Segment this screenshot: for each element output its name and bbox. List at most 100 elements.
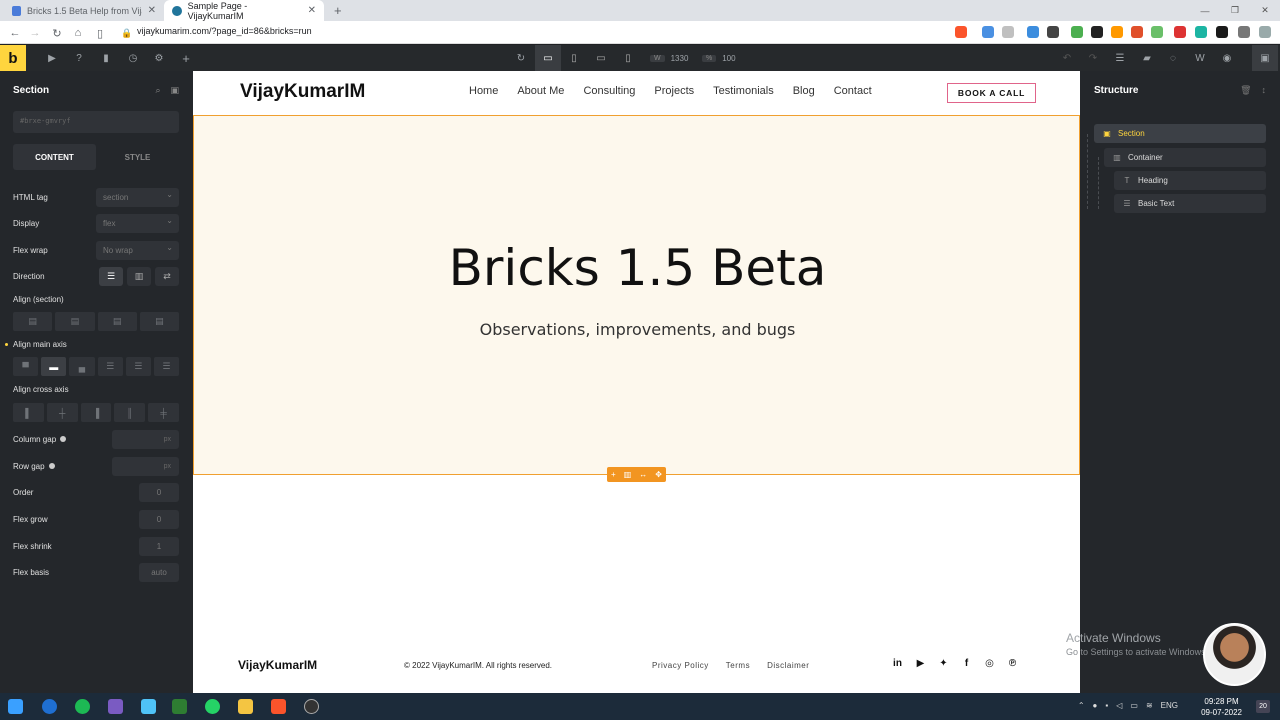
close-tab-icon[interactable]: ✕ <box>308 5 316 16</box>
revisions-icon[interactable]: ◌ <box>1166 51 1180 65</box>
order-input[interactable]: 0 <box>139 482 179 502</box>
wifi-icon[interactable]: ≋ <box>1146 701 1153 710</box>
align-center-icon[interactable]: ▤ <box>55 312 95 331</box>
justify-start-icon[interactable]: ▀ <box>13 357 39 376</box>
wordpress-icon[interactable]: W <box>1193 51 1207 65</box>
settings-icon[interactable]: ⚙ <box>152 51 166 65</box>
extension-icon[interactable] <box>1131 26 1143 38</box>
twitter-icon[interactable]: ✦ <box>938 658 949 669</box>
move-icon[interactable]: ✥ <box>655 470 662 479</box>
mobile-icon[interactable]: ▯ <box>615 45 641 71</box>
elements-icon[interactable]: ▶ <box>45 51 59 65</box>
tray-app-icon[interactable]: ● <box>1093 701 1098 710</box>
footer-logo[interactable]: VijayKumarIM <box>238 658 317 672</box>
linkedin-icon[interactable]: in <box>892 658 903 669</box>
items-start-icon[interactable]: ▌ <box>13 403 44 422</box>
justify-around-icon[interactable]: ☰ <box>125 357 151 376</box>
hero-section[interactable]: Bricks 1.5 Beta Observations, improvemen… <box>193 115 1080 475</box>
amazon-icon[interactable] <box>1111 26 1123 38</box>
history-icon[interactable]: ◷ <box>126 51 140 65</box>
column-gap-input[interactable]: px <box>112 429 179 449</box>
back-icon[interactable]: ← <box>7 25 23 41</box>
display-select[interactable]: flex <box>96 213 179 233</box>
justify-evenly-icon[interactable]: ☰ <box>153 357 180 376</box>
extension-icon[interactable] <box>1002 26 1014 38</box>
trash-icon[interactable]: 🗑 <box>1240 85 1251 96</box>
preview-icon[interactable]: ◉ <box>1220 51 1234 65</box>
spotify-icon[interactable] <box>75 699 90 714</box>
justify-end-icon[interactable]: ▄ <box>69 357 95 376</box>
zoom-field[interactable]: % 100 <box>702 51 736 65</box>
extension-icon[interactable] <box>1027 26 1039 38</box>
home-icon[interactable]: ⌂ <box>70 25 86 41</box>
extension-icon[interactable] <box>1195 26 1207 38</box>
width-icon[interactable]: ↔ <box>639 470 647 479</box>
nav-blog[interactable]: Blog <box>793 85 815 97</box>
close-tab-icon[interactable]: ✕ <box>148 5 156 16</box>
nav-home[interactable]: Home <box>469 85 498 97</box>
html-tag-select[interactable]: section <box>96 187 179 207</box>
align-stretch-icon[interactable]: ▤ <box>139 312 179 331</box>
hero-text[interactable]: Observations, improvements, and bugs <box>194 320 1080 339</box>
brave-icon[interactable] <box>271 699 286 714</box>
nav-projects[interactable]: Projects <box>654 85 694 97</box>
bricks-logo[interactable]: b <box>0 45 26 71</box>
tablet-landscape-icon[interactable]: ▭ <box>588 45 614 71</box>
file-explorer-icon[interactable] <box>238 699 253 714</box>
css-id-field[interactable]: #brxe-gmvryf <box>13 111 179 133</box>
extension-icon[interactable] <box>1151 26 1163 38</box>
help-icon[interactable]: ? <box>72 51 86 65</box>
expand-icon[interactable]: ↕ <box>1262 85 1267 96</box>
book-call-button[interactable]: BOOK A CALL <box>947 83 1036 103</box>
structure-item-heading[interactable]: T Heading <box>1114 171 1266 190</box>
tray-chevron-icon[interactable]: ⌃ <box>1078 701 1085 710</box>
browser-tab-2[interactable]: Sample Page - VijayKumarIM ✕ <box>164 0 324 21</box>
row-gap-input[interactable]: px <box>112 456 179 476</box>
add-icon[interactable]: + <box>179 51 193 66</box>
site-logo[interactable]: VijayKumarIM <box>240 81 365 103</box>
footer-link-disclaimer[interactable]: Disclaimer <box>767 661 809 670</box>
direction-reverse-icon[interactable]: ⇄ <box>155 266 179 286</box>
flex-basis-input[interactable]: auto <box>139 562 179 582</box>
new-tab-button[interactable]: + <box>326 0 346 21</box>
nav-testimonials[interactable]: Testimonials <box>713 85 774 97</box>
maximize-icon[interactable]: ❐ <box>1220 0 1250 21</box>
app-icon[interactable] <box>108 699 123 714</box>
language-indicator[interactable]: ENG <box>1161 701 1178 710</box>
undo-icon[interactable]: ↶ <box>1060 51 1074 65</box>
tab-style[interactable]: STYLE <box>96 144 179 170</box>
brave-shield-icon[interactable] <box>955 26 967 38</box>
edge-icon[interactable] <box>42 699 57 714</box>
notification-badge[interactable]: 20 <box>1256 700 1270 713</box>
battery-icon[interactable]: ▭ <box>1130 701 1138 710</box>
excel-icon[interactable] <box>172 699 187 714</box>
desktop-icon[interactable]: ▭ <box>535 45 561 71</box>
puzzle-icon[interactable] <box>1238 26 1250 38</box>
structure-item-container[interactable]: ▥ Container <box>1104 148 1266 167</box>
whatsapp-icon[interactable] <box>205 699 220 714</box>
items-end-icon[interactable]: ▐ <box>80 403 112 422</box>
clock[interactable]: 09:28 PM 09-07-2022 <box>1201 696 1242 718</box>
align-end-icon[interactable]: ▤ <box>97 312 137 331</box>
structure-item-basic-text[interactable]: ☰ Basic Text <box>1114 194 1266 213</box>
items-stretch-icon[interactable]: ║ <box>114 403 146 422</box>
flex-wrap-select[interactable]: No wrap <box>96 240 179 260</box>
items-baseline-icon[interactable]: ╪ <box>148 403 179 422</box>
direction-column-icon[interactable]: ▥ <box>127 266 151 286</box>
canvas-width-field[interactable]: W 1330 <box>650 51 688 65</box>
save-icon[interactable]: ▣ <box>1252 45 1278 71</box>
save-icon[interactable]: ▣ <box>170 85 179 96</box>
extension-icon[interactable] <box>1174 26 1186 38</box>
extension-icon[interactable] <box>1216 26 1228 38</box>
extension-icon[interactable] <box>1047 26 1059 38</box>
nav-contact[interactable]: Contact <box>834 85 872 97</box>
pinterest-icon[interactable]: ℗ <box>1007 658 1018 669</box>
folder-icon[interactable]: ▰ <box>1140 51 1154 65</box>
align-start-icon[interactable]: ▤ <box>13 312 53 331</box>
hero-heading[interactable]: Bricks 1.5 Beta <box>194 239 1080 297</box>
nav-consulting[interactable]: Consulting <box>583 85 635 97</box>
tab-content[interactable]: CONTENT <box>13 144 96 170</box>
youtube-icon[interactable]: ▶ <box>915 658 926 669</box>
structure-item-section[interactable]: ▣ Section <box>1094 124 1266 143</box>
flex-shrink-input[interactable]: 1 <box>139 536 179 556</box>
